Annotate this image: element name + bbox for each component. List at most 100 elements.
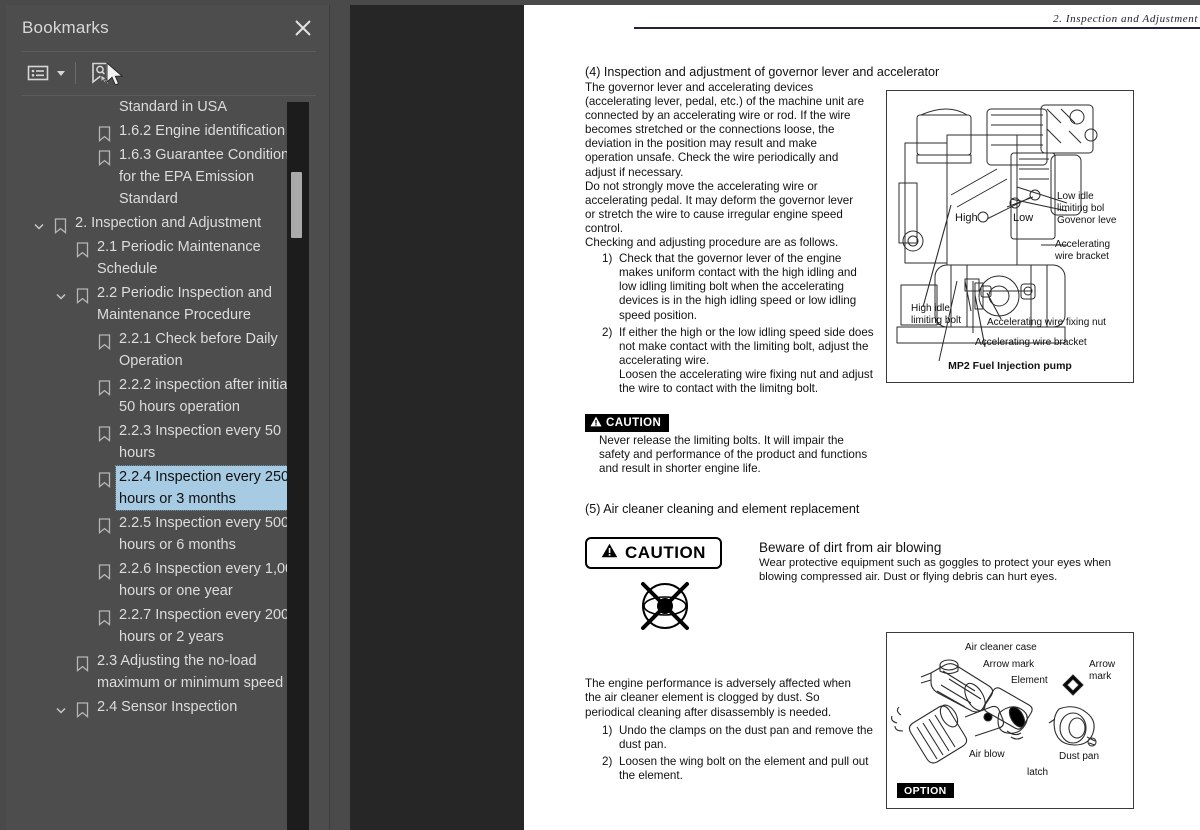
bookmarks-scrollbar-thumb[interactable]: [291, 172, 302, 238]
caution-note-2-headline: Beware of dirt from air blowing: [759, 540, 942, 556]
figure-1-label-accel-wire-bracket-2: Accelerating wire bracket: [975, 337, 1087, 348]
bookmark-item[interactable]: 1.6.1 The Emission Standard in USA: [12, 96, 309, 119]
toolbar-divider: [75, 62, 76, 84]
bookmarks-panel-inner: Bookmarks Standard in USA 1.6.2 Engine i…: [6, 5, 329, 830]
figure-1-caption: MP2 Fuel Injection pump: [948, 360, 1072, 372]
chevron-down-icon[interactable]: [50, 282, 72, 302]
bookmarks-scrollbar[interactable]: [287, 102, 309, 830]
list-item-number: 2): [602, 754, 613, 768]
bookmark-icon: [94, 558, 115, 580]
bookmark-item-label: 2.1 Periodic Maintenance Schedule: [97, 239, 261, 277]
figure-2-option-badge: OPTION: [897, 783, 954, 798]
bookmark-icon: [94, 144, 115, 166]
bookmark-item-label: 2.2.2 inspection after initial 50 hours …: [119, 377, 291, 415]
figure-2-label-air-blow: Air blow: [969, 749, 1005, 760]
mouse-cursor: [106, 61, 126, 95]
list-options-icon[interactable]: [23, 59, 53, 87]
list-item: 1) Check that the governor lever of the …: [585, 252, 887, 322]
bookmark-item[interactable]: 2.2.4 Inspection every 250 hours or 3 mo…: [12, 465, 309, 511]
caution-badge: CAUTION: [585, 414, 670, 433]
bookmark-icon: [72, 236, 93, 258]
list-item-text: Undo the clamps on the dust pan and remo…: [619, 723, 873, 751]
warning-triangle-icon: [590, 416, 602, 430]
bookmark-icon: [94, 120, 115, 142]
panel-splitter[interactable]: [330, 5, 674, 830]
chevron-down-icon[interactable]: [28, 212, 50, 232]
figure-2-label-air-cleaner-case: Air cleaner case: [965, 642, 1037, 653]
figure-1-label-fixing-nut: Accelerating wire fixing nut: [987, 317, 1106, 328]
bookmark-item[interactable]: 2. Inspection and Adjustment: [12, 211, 309, 235]
bookmark-item[interactable]: 2.2.3 Inspection every 50 hours: [12, 419, 309, 465]
figure-2-label-latch: latch: [1027, 767, 1049, 778]
bookmark-item[interactable]: 2.4 Sensor Inspection: [12, 695, 309, 719]
air-blow-eye-hazard-icon: [585, 573, 745, 635]
figure-1-drawing: [896, 104, 1098, 362]
bookmark-item-label: 1.6.2 Engine identification: [119, 123, 286, 139]
bookmark-icon: [72, 696, 93, 718]
chevron-down-icon[interactable]: [53, 59, 69, 87]
section-4-heading: (4) Inspection and adjustment of governo…: [585, 65, 940, 79]
bookmark-item[interactable]: 2.2.2 inspection after initial 50 hours …: [12, 373, 309, 419]
bookmarks-panel-header: Bookmarks: [6, 5, 329, 51]
list-item-number: 1): [602, 723, 613, 737]
bookmark-item[interactable]: 2.2 Periodic Inspection and Maintenance …: [12, 281, 309, 327]
bookmark-item-label: 2.2.6 Inspection every 1,000 hours or on…: [119, 561, 302, 599]
bookmark-tree[interactable]: 1.6.1 The Emission Standard in USA 1.6.2 …: [12, 96, 309, 830]
figure-2-label-dust-pan: Dust pan: [1059, 751, 1100, 762]
section-5-paragraph: The engine performance is adversely affe…: [585, 677, 851, 719]
bookmark-item-label: 2.2.1 Check before Daily Operation: [119, 331, 278, 369]
list-item-text: Check that the governor lever of the eng…: [619, 252, 857, 322]
bookmark-item-label: 2. Inspection and Adjustment: [75, 215, 262, 231]
figure-mp2-fuel-injection-pump: Low idle limiting bol Govenor leve Accel…: [886, 90, 1134, 383]
bookmark-item[interactable]: 2.2.6 Inspection every 1,000 hours or on…: [12, 557, 309, 603]
caution-box-label: CAUTION: [625, 543, 706, 563]
panel-title: Bookmarks: [22, 18, 109, 37]
figure-air-cleaner: Air cleaner case Arrow mark Element Arro…: [886, 632, 1134, 809]
list-item: 1) Undo the clamps on the dust pan and r…: [585, 724, 887, 752]
bookmark-icon: [72, 282, 93, 304]
list-item-number: 2): [602, 325, 613, 339]
bookmarks-panel: Bookmarks Standard in USA 1.6.2 Engine i…: [0, 5, 330, 830]
pdf-page: 2. Inspection and Adjustment (4) Inspect…: [524, 5, 1200, 830]
figure-1-label-low-idle: Low idle limiting bol: [1057, 191, 1105, 214]
section-5-heading: (5) Air cleaner cleaning and element rep…: [585, 502, 860, 517]
running-header-text: 2. Inspection and Adjustment: [1053, 13, 1198, 25]
list-item-text: Loosen the wing bolt on the element and …: [619, 754, 869, 782]
bookmark-item-label: 2.2.3 Inspection every 50 hours: [119, 423, 282, 461]
running-header-rule: [634, 27, 1200, 29]
bookmark-item[interactable]: 2.2.5 Inspection every 500 hours or 6 mo…: [12, 511, 309, 557]
bookmark-icon: [94, 466, 115, 488]
figure-2-label-arrow-mark-1: Arrow mark: [983, 659, 1035, 670]
bookmark-item-label: 2.2.7 Inspection every 2000 hours or 2 y…: [119, 607, 298, 645]
caution-note-1-text: Never release the limiting bolts. It wil…: [599, 434, 868, 476]
bookmarks-toolbar: [6, 51, 329, 95]
bookmark-item-label: 2.2.5 Inspection every 500 hours or 6 mo…: [119, 515, 290, 553]
bookmark-icon: [94, 604, 115, 626]
document-viewer[interactable]: 2. Inspection and Adjustment (4) Inspect…: [350, 5, 1200, 830]
section-4-paragraph: The governor lever and accelerating devi…: [585, 81, 865, 250]
warning-triangle-icon: [601, 543, 618, 563]
close-icon[interactable]: [290, 15, 316, 41]
figure-1-label-high-idle: High idle limiting bolt: [911, 303, 962, 326]
bookmark-item-label: 1.6.1 The Emission Standard in USA: [119, 99, 228, 115]
bookmark-item[interactable]: 2.2.7 Inspection every 2000 hours or 2 y…: [12, 603, 309, 649]
caution-badge-label: CAUTION: [606, 417, 662, 430]
bookmark-item[interactable]: 2.2.1 Check before Daily Operation: [12, 327, 309, 373]
caution-note-2-text: Wear protective equipment such as goggle…: [759, 557, 1112, 583]
bookmark-item[interactable]: 1.6.2 Engine identification: [12, 119, 309, 143]
bookmark-icon: [94, 420, 115, 442]
bookmark-item[interactable]: 2.1 Periodic Maintenance Schedule: [12, 235, 309, 281]
caution-note-1: CAUTION Never release the limiting bolts…: [585, 414, 1200, 476]
bookmark-item-label: 2.4 Sensor Inspection: [97, 699, 238, 715]
figure-1-label-high: High: [955, 212, 978, 224]
bookmark-item[interactable]: 1.6.3 Guarantee Conditions for the EPA E…: [12, 143, 309, 211]
running-header: 2. Inspection and Adjustment: [634, 13, 1200, 29]
chevron-down-icon[interactable]: [50, 696, 72, 716]
list-item: 2) If either the high or the low idling …: [585, 326, 887, 396]
figure-2-label-element: Element: [1011, 675, 1048, 686]
figure-1-label-low: Low: [1013, 212, 1034, 224]
bookmark-item[interactable]: 2.3 Adjusting the no-load maximum or min…: [12, 649, 309, 695]
list-item: 2) Loosen the wing bolt on the element a…: [585, 755, 887, 783]
pdf-reader-window: Bookmarks Standard in USA 1.6.2 Engine i…: [0, 0, 1200, 830]
figure-1-label-accel-wire-bracket: Accelerating wire bracket: [1055, 239, 1111, 262]
